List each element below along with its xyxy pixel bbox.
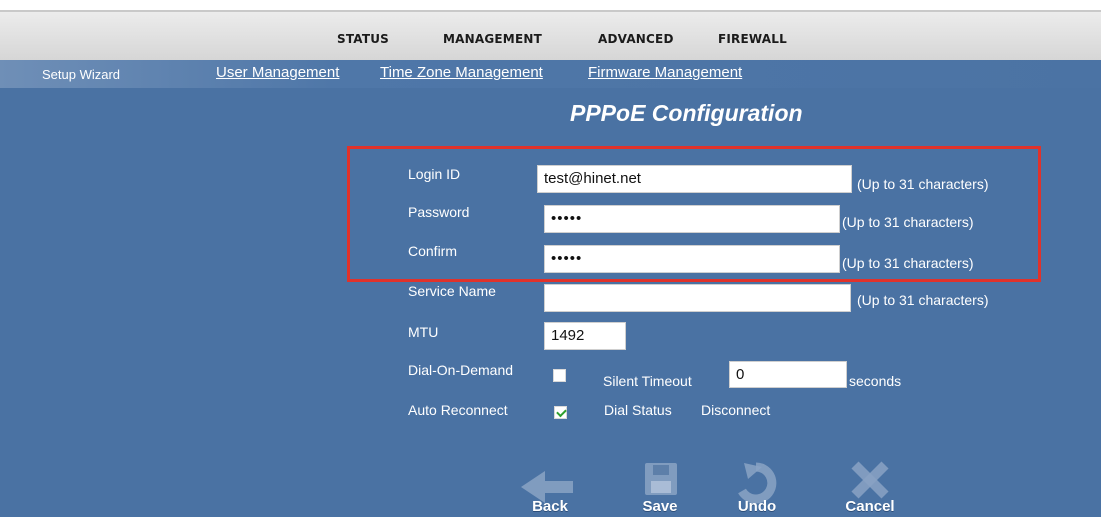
silent-timeout-unit: seconds	[849, 373, 902, 389]
dial-status-value: Disconnect	[701, 402, 771, 418]
confirm-field[interactable]: •••••	[544, 245, 840, 273]
user-management-link[interactable]: User Management	[216, 64, 339, 81]
login-id-field[interactable]: test@hinet.net	[537, 165, 852, 193]
confirm-hint: (Up to 31 characters)	[842, 255, 974, 271]
mtu-label: MTU	[408, 324, 439, 340]
auto-reconnect-checkbox[interactable]	[554, 406, 567, 419]
dial-status-label: Dial Status	[604, 402, 672, 418]
password-label: Password	[408, 204, 470, 220]
service-name-field[interactable]	[544, 284, 851, 312]
save-label: Save	[642, 498, 678, 515]
password-hint: (Up to 31 characters)	[842, 214, 974, 230]
setup-wizard-link[interactable]: Setup Wizard	[42, 67, 120, 82]
tab-status[interactable]: STATUS	[337, 32, 389, 46]
login-id-hint: (Up to 31 characters)	[857, 176, 989, 192]
cancel-button[interactable]: Cancel	[835, 457, 905, 517]
tab-firewall[interactable]: FIREWALL	[718, 32, 787, 46]
tab-management[interactable]: MANAGEMENT	[443, 32, 542, 46]
auto-reconnect-label: Auto Reconnect	[408, 402, 508, 418]
cancel-label: Cancel	[845, 498, 895, 515]
undo-button[interactable]: Undo	[722, 457, 792, 517]
top-navigation: STATUS MANAGEMENT ADVANCED FIREWALL	[0, 10, 1101, 60]
page-title: PPPoE Configuration	[570, 100, 803, 126]
silent-timeout-field[interactable]: 0	[729, 361, 847, 388]
sub-navigation: Setup Wizard User Management Time Zone M…	[0, 60, 1101, 88]
login-id-label: Login ID	[408, 166, 461, 182]
dial-on-demand-label: Dial-On-Demand	[408, 362, 514, 378]
save-button[interactable]: Save	[625, 457, 695, 517]
service-name-label: Service Name	[408, 283, 496, 299]
firmware-management-link[interactable]: Firmware Management	[588, 64, 742, 81]
dial-on-demand-checkbox[interactable]	[553, 369, 566, 382]
tab-advanced[interactable]: ADVANCED	[598, 32, 674, 46]
time-zone-management-link[interactable]: Time Zone Management	[380, 64, 543, 81]
service-name-hint: (Up to 31 characters)	[857, 292, 989, 308]
top-border	[0, 0, 1101, 10]
mtu-field[interactable]: 1492	[544, 322, 626, 350]
back-label: Back	[532, 498, 568, 515]
silent-timeout-label: Silent Timeout	[603, 373, 692, 389]
undo-label: Undo	[737, 498, 777, 515]
confirm-label: Confirm	[408, 243, 458, 259]
back-button[interactable]: Back	[515, 457, 585, 517]
password-field[interactable]: •••••	[544, 205, 840, 233]
